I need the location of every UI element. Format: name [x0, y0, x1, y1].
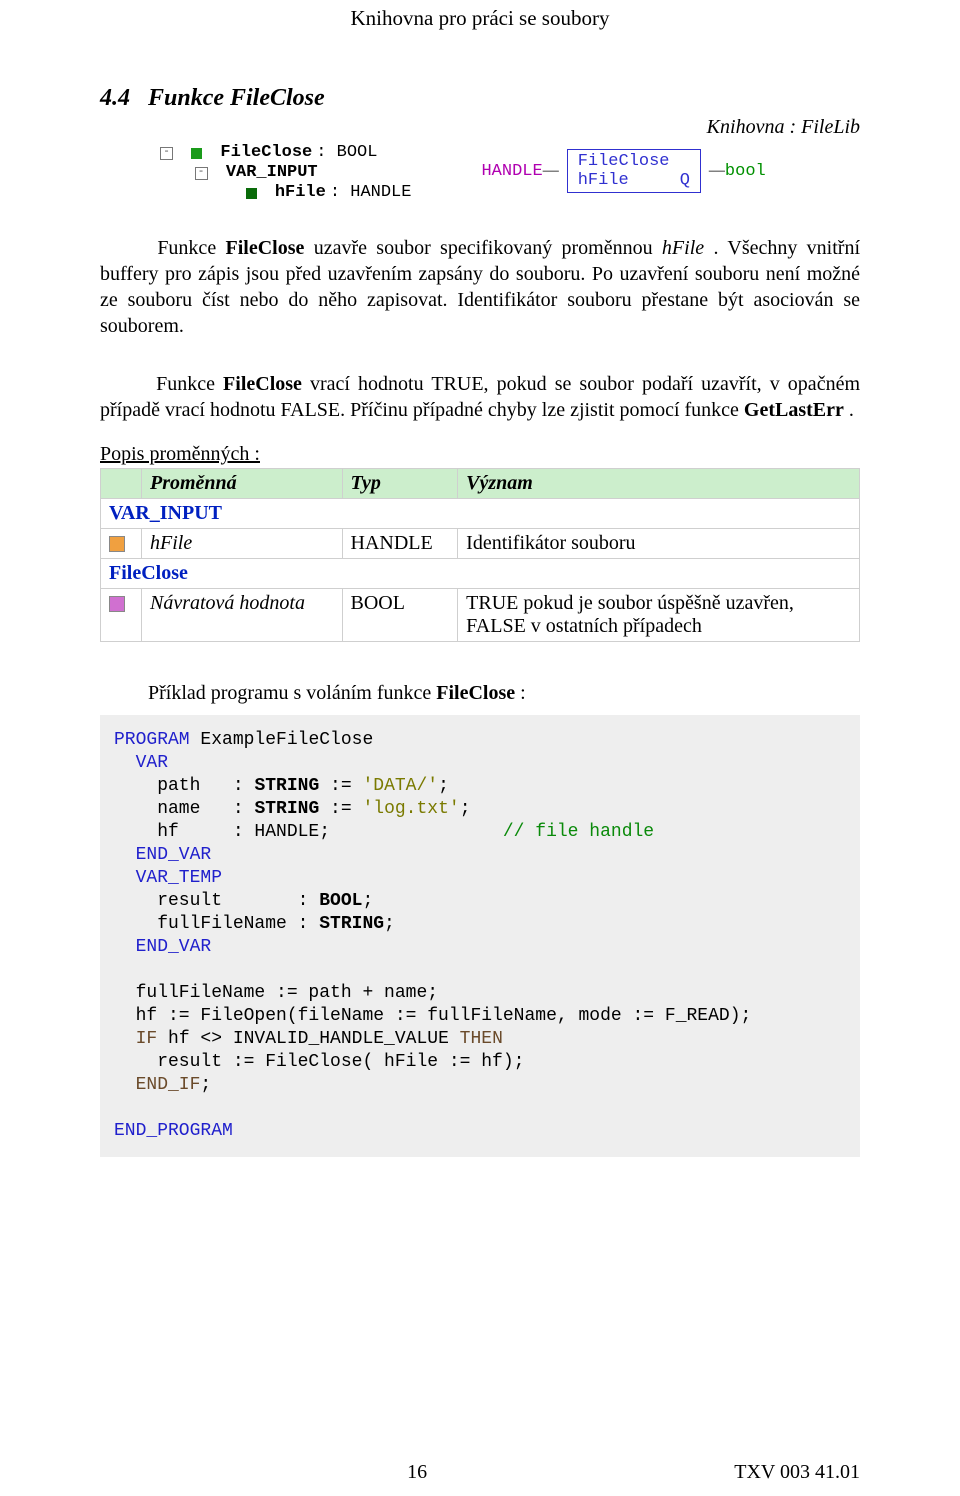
code: :=: [319, 776, 362, 796]
text: TRUE pokud je soubor úspěšně uzavřen,: [466, 592, 794, 614]
block-port-out: bool: [725, 162, 766, 181]
page-number: 16: [407, 1461, 427, 1484]
col-vyznam: Význam: [458, 469, 860, 499]
tree-hfile: hFile: [275, 183, 326, 203]
text: Funkce: [157, 237, 225, 259]
kw: VAR: [114, 753, 168, 773]
kw: END_IF: [114, 1075, 200, 1095]
function-block-diagram: HANDLE — FileClose hFile Q — bool: [481, 149, 765, 193]
code: ;: [362, 891, 373, 911]
section-fileclose: FileClose: [101, 559, 860, 589]
kw: IF: [114, 1029, 157, 1049]
block-name: FileClose: [578, 152, 690, 171]
text-bold: FileClose: [226, 237, 305, 259]
kw: THEN: [460, 1029, 503, 1049]
kw: VAR_TEMP: [114, 868, 222, 888]
tree-fn-type: : BOOL: [316, 143, 377, 163]
doc-id: TXV 003 41.01: [734, 1461, 860, 1484]
return-var-icon: [109, 596, 125, 612]
code: hf : HANDLE;: [114, 822, 503, 842]
code: name :: [114, 799, 254, 819]
tree-varinput: VAR_INPUT: [226, 163, 318, 183]
str: 'DATA/': [362, 776, 438, 796]
cell-var: hFile: [142, 529, 343, 559]
kw: PROGRAM: [114, 730, 190, 750]
cell-meaning: Identifikátor souboru: [458, 529, 860, 559]
comment: // file handle: [503, 822, 654, 842]
library-line: Knihovna : FileLib: [100, 116, 860, 139]
library-label: Knihovna :: [707, 116, 796, 138]
page-footer: 16 TXV 003 41.01: [100, 1461, 860, 1484]
cell-type: BOOL: [342, 589, 458, 642]
text-bold: GetLastErr: [744, 399, 844, 421]
text: uzavře soubor specifikovaný proměnnou: [314, 237, 662, 259]
paragraph-2: Funkce FileClose vrací hodnotu TRUE, pok…: [100, 371, 860, 423]
block-hfile: hFile: [578, 171, 629, 190]
example-label: Příklad programu s voláním funkce FileCl…: [148, 682, 860, 705]
library-name: FileLib: [801, 116, 860, 138]
table-title: Popis proměnných :: [100, 443, 860, 466]
kw: STRING: [319, 914, 384, 934]
text-italic: hFile: [662, 237, 704, 259]
code: path :: [114, 776, 254, 796]
section-title: Funkce FileClose: [148, 85, 325, 111]
code: ;: [438, 776, 449, 796]
code: ;: [384, 914, 395, 934]
cell-meaning: TRUE pokud je soubor úspěšně uzavřen, FA…: [458, 589, 860, 642]
kw: STRING: [254, 776, 319, 796]
text: .: [849, 399, 854, 421]
code: ;: [200, 1075, 211, 1095]
kw: BOOL: [319, 891, 362, 911]
block-port-in: HANDLE: [481, 162, 542, 181]
code: hf <> INVALID_HANDLE_VALUE: [157, 1029, 459, 1049]
code: ;: [460, 799, 471, 819]
cell-var: Návratová hodnota: [142, 589, 343, 642]
input-var-icon: [109, 536, 125, 552]
code: :=: [319, 799, 362, 819]
col-typ: Typ: [342, 469, 458, 499]
tree-fn-name: FileClose: [220, 143, 312, 163]
col-promenna: Proměnná: [142, 469, 343, 499]
code: ExampleFileClose: [190, 730, 374, 750]
kw: END_VAR: [114, 937, 211, 957]
kw: END_PROGRAM: [114, 1121, 233, 1141]
text-bold: FileClose: [223, 373, 302, 395]
text: :: [520, 682, 526, 704]
block-box: FileClose hFile Q: [567, 149, 701, 193]
code: fullFileName :: [114, 914, 319, 934]
text-bold: FileClose: [436, 682, 515, 704]
code: hf := FileOpen(fileName := fullFileName,…: [114, 1006, 751, 1026]
function-icon: [191, 148, 202, 159]
tree-hfile-type: : HANDLE: [330, 183, 412, 203]
kw: END_VAR: [114, 845, 211, 865]
code: fullFileName := path + name;: [114, 983, 438, 1003]
section-heading: 4.4 Funkce FileClose: [100, 85, 860, 112]
paragraph-1: Funkce FileClose uzavře soubor specifiko…: [100, 235, 860, 339]
cell-type: HANDLE: [342, 529, 458, 559]
variables-table: Proměnná Typ Význam VAR_INPUT hFile HAND…: [100, 468, 860, 642]
section-number: 4.4: [100, 85, 130, 111]
diagram-row: - FileClose : BOOL - VAR_INPUT hFile: [160, 143, 860, 203]
code: result := FileClose( hFile := hf);: [114, 1052, 524, 1072]
var-icon: [246, 188, 257, 199]
str: 'log.txt': [362, 799, 459, 819]
text: Funkce: [156, 373, 223, 395]
section-var-input: VAR_INPUT: [101, 499, 860, 529]
kw: STRING: [254, 799, 319, 819]
block-q: Q: [680, 171, 690, 190]
tree-collapse-icon: -: [160, 147, 173, 160]
text: FALSE v ostatních případech: [466, 615, 702, 637]
text: Příklad programu s voláním funkce: [148, 682, 436, 704]
code: result :: [114, 891, 319, 911]
declaration-tree: - FileClose : BOOL - VAR_INPUT hFile: [160, 143, 411, 203]
running-header: Knihovna pro práci se soubory: [100, 0, 860, 33]
code-block: PROGRAM ExampleFileClose VAR path : STRI…: [100, 715, 860, 1157]
tree-collapse-icon: -: [195, 167, 208, 180]
